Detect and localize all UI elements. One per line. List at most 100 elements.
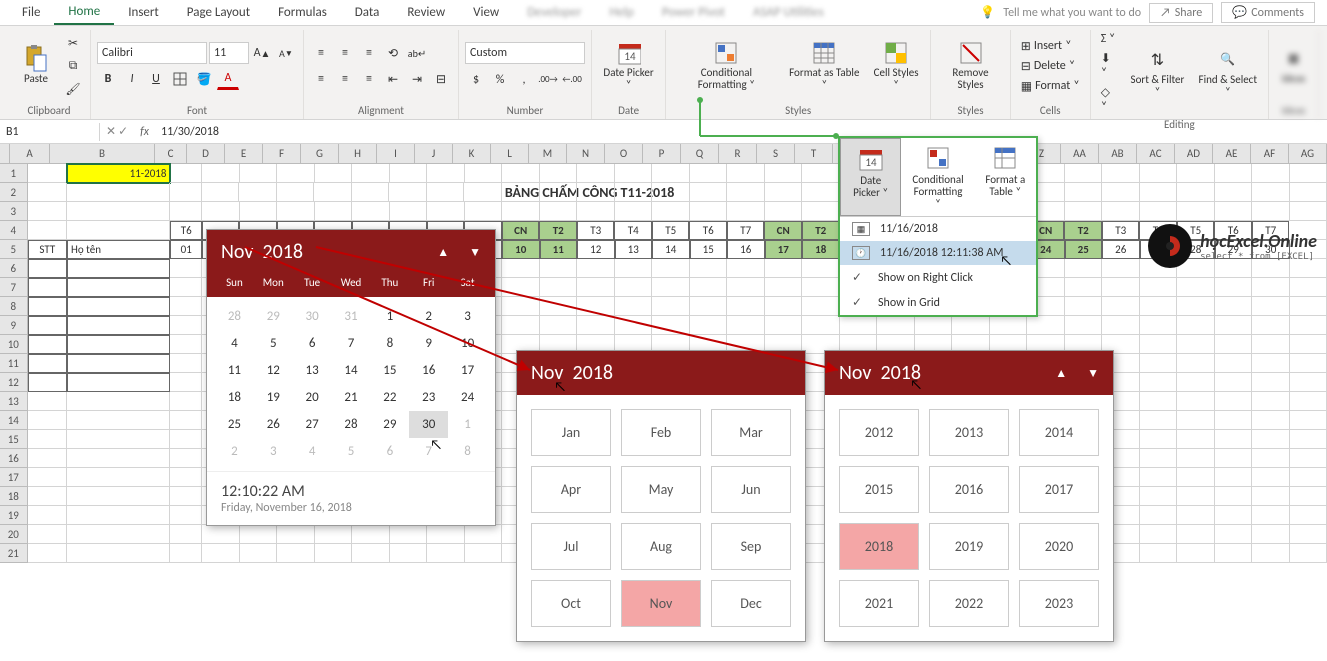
- cell[interactable]: [690, 164, 728, 183]
- cell[interactable]: [765, 164, 803, 183]
- column-header[interactable]: H: [339, 144, 377, 163]
- cell[interactable]: [1065, 202, 1103, 221]
- cell[interactable]: [28, 506, 67, 525]
- tab-insert[interactable]: Insert: [114, 1, 173, 24]
- calendar-day[interactable]: 7: [409, 438, 448, 465]
- cell[interactable]: [1065, 259, 1103, 278]
- cell[interactable]: [170, 487, 202, 506]
- cell[interactable]: [315, 202, 353, 221]
- cell[interactable]: [727, 202, 765, 221]
- cell[interactable]: 13: [615, 240, 653, 259]
- cell[interactable]: [1290, 487, 1327, 506]
- cell[interactable]: [170, 506, 202, 525]
- tab-data[interactable]: Data: [341, 1, 394, 24]
- underline-button[interactable]: U: [145, 68, 167, 90]
- cell[interactable]: [1215, 373, 1253, 392]
- cell[interactable]: [1177, 183, 1214, 202]
- cell[interactable]: 25: [1065, 240, 1103, 259]
- font-color-button[interactable]: A: [217, 68, 239, 90]
- cell[interactable]: [1065, 316, 1103, 335]
- cell[interactable]: [1140, 164, 1178, 183]
- column-header[interactable]: F: [263, 144, 301, 163]
- cell[interactable]: [67, 202, 170, 221]
- cell[interactable]: [465, 525, 503, 544]
- format-cells-button[interactable]: ▦Format ˅: [1017, 77, 1084, 96]
- cell[interactable]: [727, 297, 765, 316]
- cell[interactable]: [1252, 354, 1290, 373]
- column-header[interactable]: K: [453, 144, 491, 163]
- enter-formula-button[interactable]: ✓: [118, 124, 128, 139]
- cell[interactable]: [28, 164, 67, 183]
- cell[interactable]: [315, 164, 353, 183]
- column-header[interactable]: M: [529, 144, 567, 163]
- sort-filter-button[interactable]: ⇅ Sort & Filter ˅: [1125, 46, 1189, 100]
- cell[interactable]: T4: [614, 221, 652, 240]
- cell[interactable]: [28, 468, 67, 487]
- cell[interactable]: 26: [1102, 240, 1140, 259]
- calendar-day[interactable]: 29: [370, 411, 409, 438]
- cell[interactable]: [1215, 411, 1253, 430]
- calendar-month-cell[interactable]: Feb: [621, 409, 701, 456]
- row-header[interactable]: 17: [0, 468, 28, 487]
- cell[interactable]: [1177, 278, 1215, 297]
- column-header[interactable]: G: [301, 144, 339, 163]
- calendar-day[interactable]: 9: [409, 330, 448, 357]
- cell[interactable]: [1215, 487, 1253, 506]
- calendar-month-title[interactable]: Nov 2018: [531, 361, 791, 385]
- cell[interactable]: [240, 525, 278, 544]
- row-header[interactable]: 9: [0, 316, 28, 335]
- cell[interactable]: [1252, 525, 1290, 544]
- align-middle-button[interactable]: ≡: [334, 42, 356, 64]
- cell[interactable]: [170, 430, 202, 449]
- cell[interactable]: [577, 183, 614, 202]
- cell[interactable]: [170, 544, 202, 563]
- calendar-year-cell[interactable]: 2023: [1019, 580, 1099, 627]
- border-button[interactable]: [169, 68, 191, 90]
- cell[interactable]: [577, 297, 615, 316]
- column-header[interactable]: AE: [1213, 144, 1251, 163]
- cell[interactable]: [277, 525, 315, 544]
- cell[interactable]: [1252, 278, 1290, 297]
- cell[interactable]: [1252, 297, 1290, 316]
- calendar-day[interactable]: 2: [409, 303, 448, 330]
- cell[interactable]: [840, 316, 878, 335]
- tell-me-input[interactable]: Tell me what you want to do: [1003, 6, 1141, 20]
- cell[interactable]: 11: [540, 240, 578, 259]
- select-all-corner[interactable]: [0, 144, 10, 163]
- calendar-year-cell[interactable]: 2018: [839, 523, 919, 570]
- calendar-year-cell[interactable]: 2016: [929, 466, 1009, 513]
- cell[interactable]: [240, 544, 278, 563]
- cell[interactable]: 12: [577, 240, 615, 259]
- cell[interactable]: [1290, 506, 1327, 525]
- row-header[interactable]: 8: [0, 297, 28, 316]
- cell[interactable]: [690, 259, 728, 278]
- column-header[interactable]: O: [605, 144, 643, 163]
- conditional-formatting-button[interactable]: Conditional Formatting ˅: [672, 39, 781, 93]
- cell[interactable]: [1065, 297, 1103, 316]
- calendar-month-cell[interactable]: Mar: [711, 409, 791, 456]
- cell[interactable]: [1140, 373, 1178, 392]
- cell[interactable]: [28, 335, 67, 354]
- cell[interactable]: [390, 525, 428, 544]
- cell[interactable]: [28, 354, 67, 373]
- tab-formulas[interactable]: Formulas: [264, 1, 341, 24]
- cell[interactable]: [170, 316, 202, 335]
- calendar-day[interactable]: 24: [448, 384, 487, 411]
- wrap-text-button[interactable]: ab↵: [406, 42, 428, 64]
- calendar-month-cell[interactable]: Jun: [711, 466, 791, 513]
- cell[interactable]: [502, 202, 540, 221]
- column-header[interactable]: C: [155, 144, 187, 163]
- remove-styles-button[interactable]: Remove Styles: [937, 39, 1004, 93]
- column-header[interactable]: P: [643, 144, 681, 163]
- calendar-day[interactable]: 28: [215, 303, 254, 330]
- increase-decimal-button[interactable]: .00→: [537, 69, 559, 91]
- cell[interactable]: [1290, 202, 1327, 221]
- calendar-year-next-button[interactable]: ▼: [1087, 366, 1099, 381]
- calendar-day[interactable]: 11: [215, 357, 254, 384]
- cell[interactable]: [1140, 430, 1178, 449]
- row-header[interactable]: 6: [0, 259, 28, 278]
- calendar-month-cell[interactable]: Jul: [531, 523, 611, 570]
- cell[interactable]: [28, 544, 67, 563]
- cell[interactable]: [67, 354, 170, 373]
- cell[interactable]: [1177, 449, 1215, 468]
